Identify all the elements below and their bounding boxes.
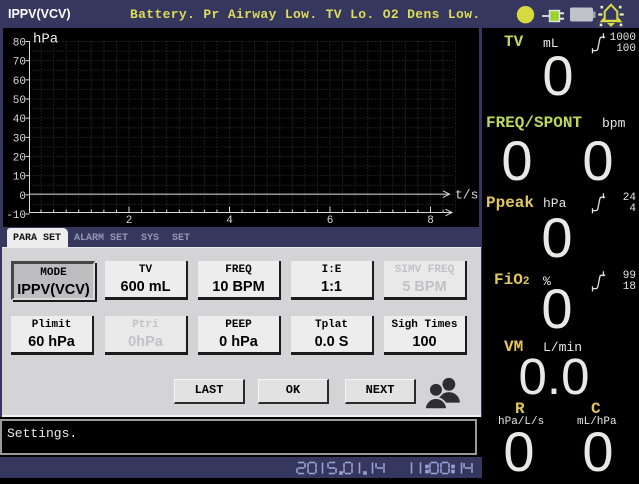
svg-text:10: 10	[13, 172, 26, 184]
svg-text:70: 70	[13, 57, 26, 69]
svg-text:hPa: hPa	[33, 32, 58, 48]
svg-text:2: 2	[126, 215, 133, 227]
svg-text:4: 4	[226, 215, 233, 227]
svg-text:6: 6	[327, 215, 334, 227]
svg-text:30: 30	[13, 133, 26, 145]
svg-text:60: 60	[13, 76, 26, 88]
svg-text:20: 20	[13, 153, 26, 165]
svg-text:8: 8	[427, 215, 434, 227]
svg-text:80: 80	[13, 38, 26, 50]
svg-text:0: 0	[19, 191, 26, 203]
svg-text:50: 50	[13, 95, 26, 107]
svg-text:-10: -10	[6, 210, 26, 222]
svg-text:40: 40	[13, 114, 26, 126]
svg-text:t/s: t/s	[455, 188, 478, 203]
